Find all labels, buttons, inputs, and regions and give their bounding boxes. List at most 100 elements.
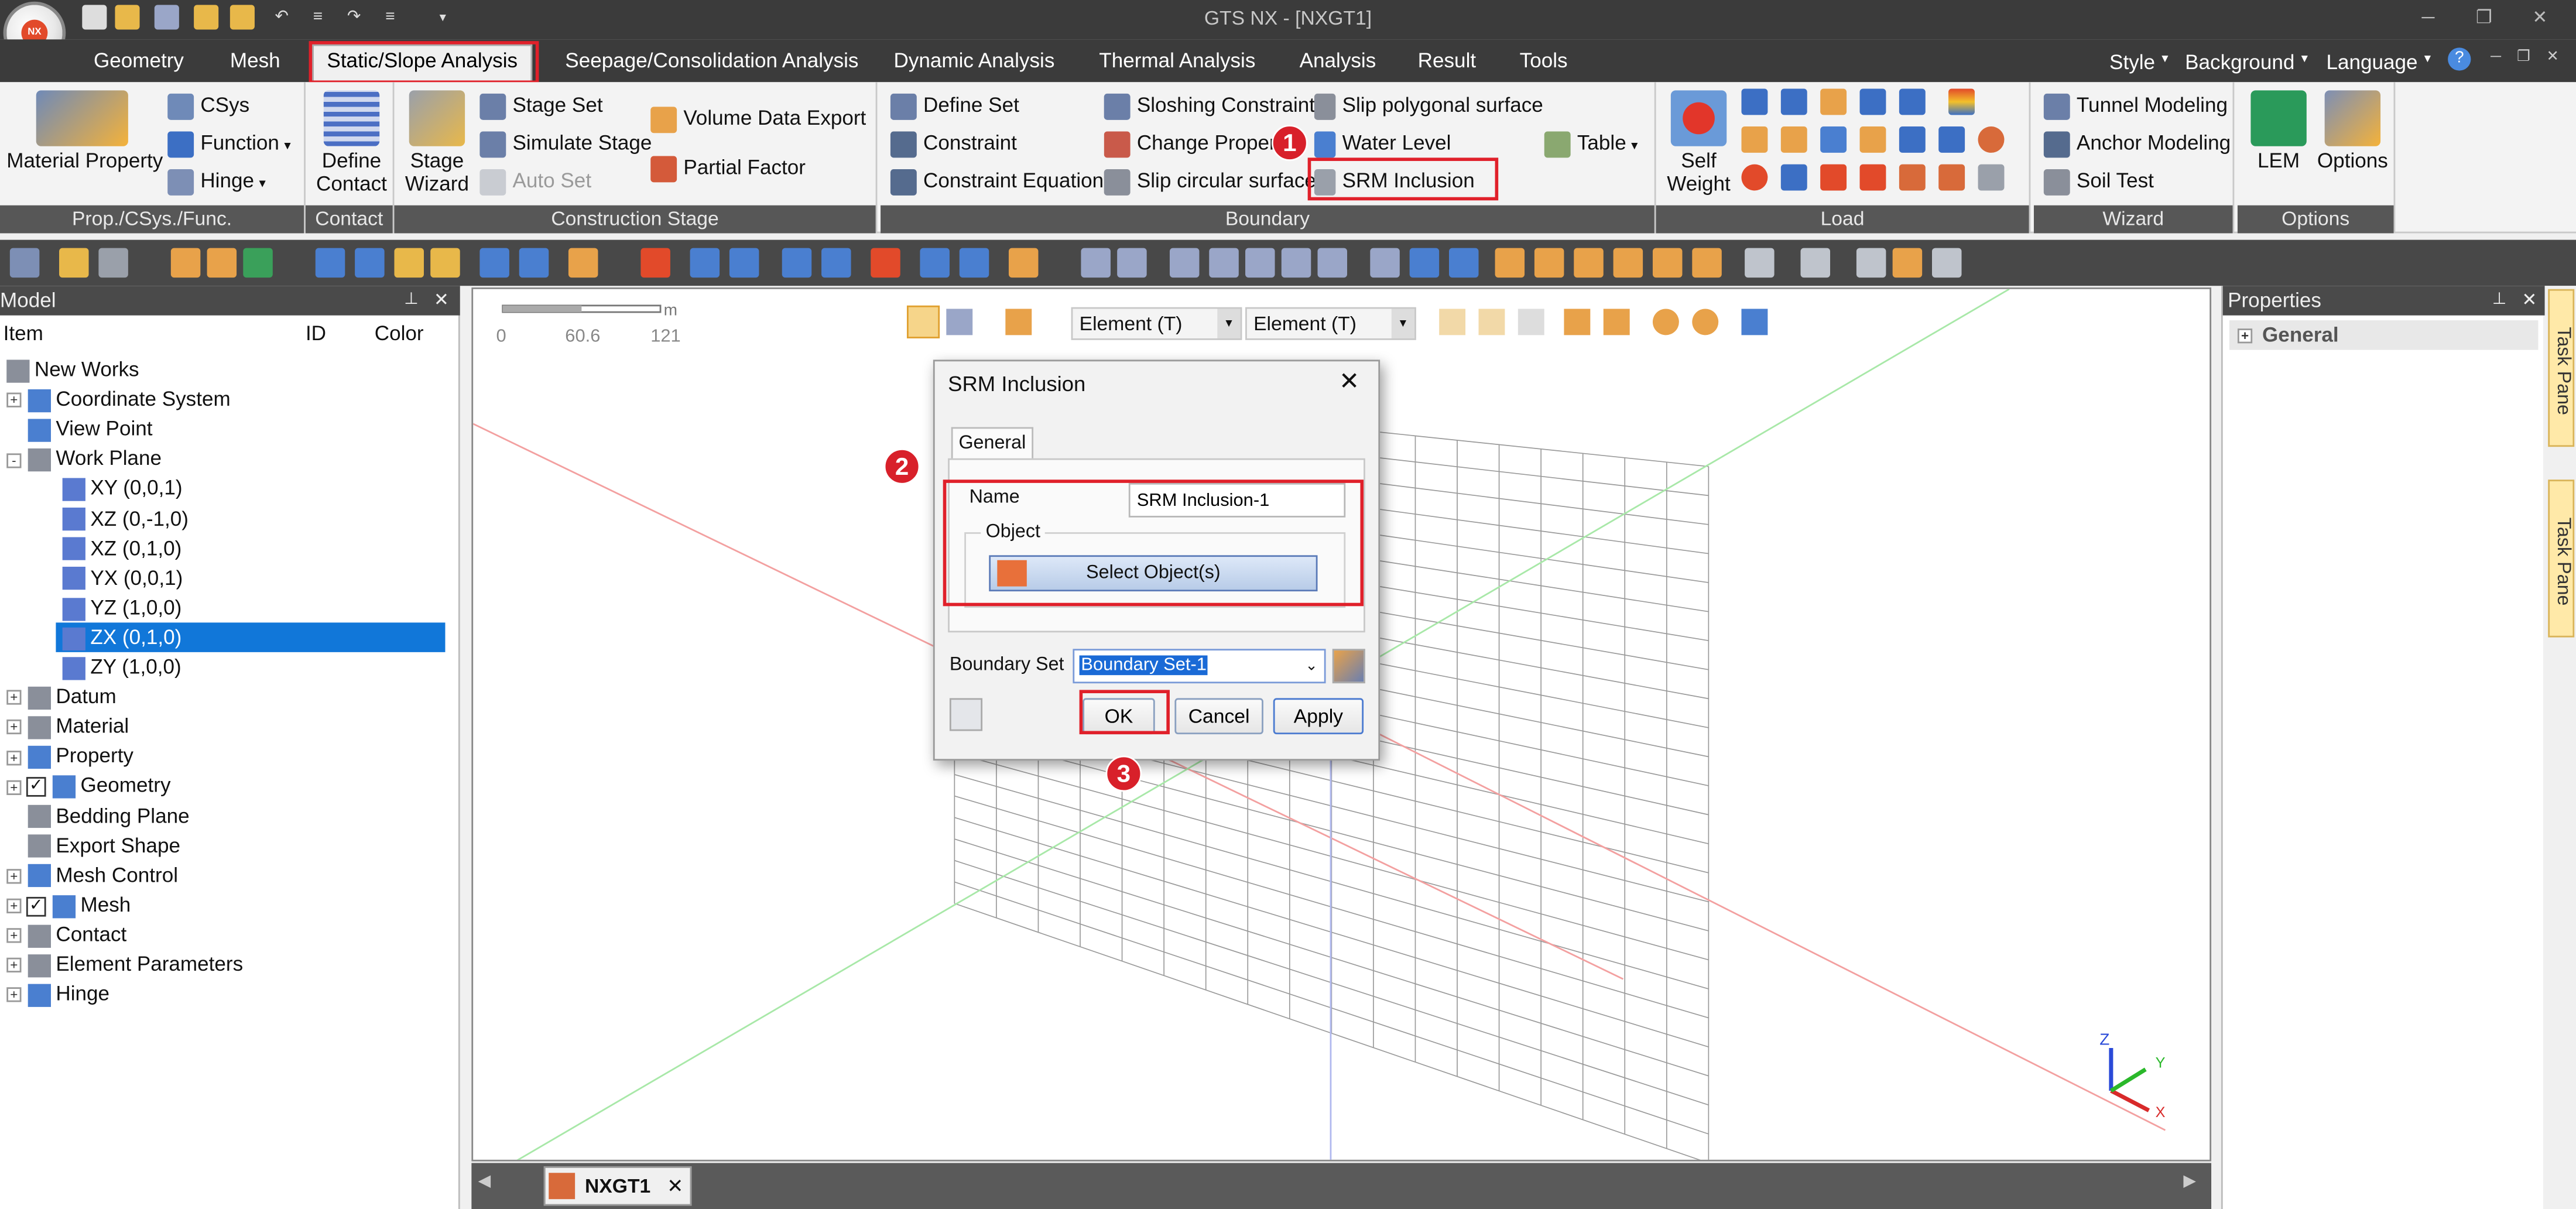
csys-button[interactable]: CSys bbox=[167, 89, 249, 122]
beam-load-icon[interactable] bbox=[1859, 88, 1886, 115]
axis-icon[interactable] bbox=[1409, 248, 1440, 278]
tree-item[interactable]: ZY (1,0,0) bbox=[56, 652, 181, 682]
tree-item[interactable]: + Element Parameters bbox=[6, 950, 243, 979]
layer-load-icon[interactable] bbox=[1938, 126, 1965, 153]
material-property-button[interactable]: Material Property bbox=[6, 90, 163, 173]
visibility-checkbox[interactable]: ✓ bbox=[26, 777, 46, 797]
ribbon-minimize-icon[interactable]: ─ bbox=[2491, 47, 2501, 64]
tree-item[interactable]: View Point bbox=[6, 415, 153, 444]
sloshing-constraint-button[interactable]: Sloshing Constraint bbox=[1104, 89, 1315, 122]
line-load-icon[interactable] bbox=[1780, 88, 1807, 115]
rotation-load-icon[interactable] bbox=[1978, 126, 2005, 153]
element-load-icon[interactable] bbox=[1899, 126, 1926, 153]
element-filter-2[interactable]: Element (T) ▾ bbox=[1245, 307, 1416, 340]
dialog-close-icon[interactable]: ✕ bbox=[1339, 367, 1359, 396]
convection-icon[interactable] bbox=[1899, 164, 1926, 191]
tree-item[interactable]: Export Shape bbox=[6, 831, 180, 861]
tree-item[interactable]: ZX (0,1,0) bbox=[56, 622, 446, 652]
tree-item[interactable]: + ✓ Mesh bbox=[6, 890, 131, 920]
mesh-view2-icon[interactable] bbox=[519, 248, 549, 278]
select-mode-icon[interactable] bbox=[906, 305, 940, 338]
view-front-icon[interactable] bbox=[1495, 248, 1525, 278]
task-pane-tab-1[interactable]: Task Pane bbox=[2548, 289, 2575, 447]
select-all-icon[interactable] bbox=[1692, 309, 1719, 335]
unlock-icon[interactable] bbox=[98, 248, 128, 278]
table-button[interactable]: Table ▾ bbox=[1544, 126, 1638, 159]
define-set-button[interactable]: Define Set bbox=[890, 89, 1019, 122]
tree-item[interactable]: YX (0,0,1) bbox=[56, 563, 183, 592]
redo-list-icon[interactable]: ≡ bbox=[378, 5, 402, 29]
select-by-id-icon[interactable] bbox=[1741, 309, 1768, 335]
heat-flux-icon[interactable] bbox=[1859, 164, 1886, 191]
tree-item[interactable]: XZ (0,1,0) bbox=[56, 533, 181, 563]
previous-select-icon[interactable] bbox=[1652, 309, 1679, 335]
self-weight-button[interactable]: Self Weight bbox=[1663, 90, 1735, 196]
view-grid-icon[interactable] bbox=[1370, 248, 1400, 278]
iso-view-icon[interactable] bbox=[1745, 248, 1775, 278]
tab-seepage-consolidation[interactable]: Seepage/Consolidation Analysis bbox=[552, 46, 872, 79]
define-contact-button[interactable]: Define Contact bbox=[312, 90, 391, 196]
redo-icon[interactable]: ↷ bbox=[342, 5, 366, 29]
partial-factor-button[interactable]: Partial Factor bbox=[650, 151, 806, 184]
pin-icon[interactable]: ⊥ bbox=[404, 286, 418, 316]
view-back-icon[interactable] bbox=[1534, 248, 1564, 278]
pipe-load-icon[interactable] bbox=[1859, 126, 1886, 153]
tree-item[interactable]: + Datum bbox=[6, 682, 117, 712]
thermometer-icon[interactable] bbox=[1820, 164, 1847, 191]
hide-icon[interactable] bbox=[207, 248, 237, 278]
options-button[interactable]: Options bbox=[2317, 90, 2389, 173]
close-panel-icon[interactable]: ✕ bbox=[434, 286, 449, 316]
lem-button[interactable]: LEM bbox=[2244, 90, 2313, 173]
restore-icon[interactable]: ❐ bbox=[2468, 4, 2500, 33]
open-recent-icon[interactable] bbox=[194, 5, 219, 30]
column-color[interactable]: Color bbox=[375, 322, 424, 345]
zoom-window-icon[interactable] bbox=[1169, 248, 1200, 278]
simulate-stage-button[interactable]: Simulate Stage bbox=[479, 126, 652, 159]
soil-test-button[interactable]: Soil Test bbox=[2043, 165, 2154, 197]
tree-item[interactable]: YZ (1,0,0) bbox=[56, 592, 181, 622]
query-icon[interactable] bbox=[782, 248, 812, 278]
tab-analysis[interactable]: Analysis bbox=[1286, 46, 1389, 79]
tree-item[interactable]: New Works bbox=[0, 355, 139, 385]
pin-icon[interactable]: ⊥ bbox=[2492, 286, 2506, 316]
displacement-icon[interactable] bbox=[1780, 126, 1807, 153]
lock-icon[interactable] bbox=[59, 248, 89, 278]
ribbon-restore-icon[interactable]: ❐ bbox=[2517, 47, 2530, 66]
stage-wizard-button[interactable]: Stage Wizard bbox=[401, 90, 473, 196]
new-file-icon[interactable] bbox=[82, 5, 107, 30]
select-edge-icon[interactable] bbox=[1478, 309, 1505, 335]
tab-general[interactable]: General bbox=[951, 427, 1034, 460]
deselect-icon[interactable] bbox=[1564, 309, 1591, 335]
zoom-out-icon[interactable] bbox=[1117, 248, 1147, 278]
tree-item[interactable]: + Contact bbox=[6, 920, 126, 950]
properties-general-section[interactable]: + General bbox=[2229, 320, 2539, 350]
constraint-button[interactable]: Constraint bbox=[890, 126, 1017, 159]
element-filter-1[interactable]: Element (T) ▾ bbox=[1071, 307, 1242, 340]
language-menu[interactable]: Language ▾ bbox=[2326, 51, 2431, 74]
shaded-edge-icon[interactable] bbox=[1892, 248, 1923, 278]
zoom-in-icon[interactable] bbox=[1081, 248, 1111, 278]
customize-quick-access-icon[interactable]: ▾ bbox=[430, 5, 455, 29]
tree-item[interactable]: + Property bbox=[6, 741, 133, 771]
open-folder-icon[interactable] bbox=[115, 5, 140, 30]
tab-tools[interactable]: Tools bbox=[1506, 46, 1581, 79]
close-panel-icon[interactable]: ✕ bbox=[2522, 286, 2537, 316]
tab-thermal-analysis[interactable]: Thermal Analysis bbox=[1086, 46, 1269, 79]
minimize-icon[interactable]: ─ bbox=[2411, 4, 2444, 33]
rotate-icon[interactable] bbox=[1245, 248, 1275, 278]
help-icon[interactable]: ? bbox=[2448, 47, 2471, 71]
heat-source-icon[interactable] bbox=[1938, 164, 1965, 191]
eraser-icon[interactable] bbox=[949, 698, 983, 731]
point-load-icon[interactable] bbox=[1820, 88, 1847, 115]
scroll-right-icon[interactable]: ▶ bbox=[2183, 1173, 2196, 1191]
expand-icon[interactable]: + bbox=[6, 868, 22, 884]
document-tab-nxgt1[interactable]: NXGT1 ✕ bbox=[543, 1166, 692, 1206]
view-bottom-icon[interactable] bbox=[1692, 248, 1722, 278]
column-item[interactable]: Item bbox=[4, 322, 43, 345]
constraint-equation-button[interactable]: Constraint Equation bbox=[890, 165, 1104, 197]
select-node-icon[interactable] bbox=[1439, 309, 1466, 335]
auto-set-button[interactable]: Auto Set bbox=[479, 165, 591, 197]
close-tab-icon[interactable]: ✕ bbox=[667, 1168, 683, 1204]
import-icon[interactable] bbox=[229, 5, 255, 30]
view-left-icon[interactable] bbox=[1574, 248, 1604, 278]
